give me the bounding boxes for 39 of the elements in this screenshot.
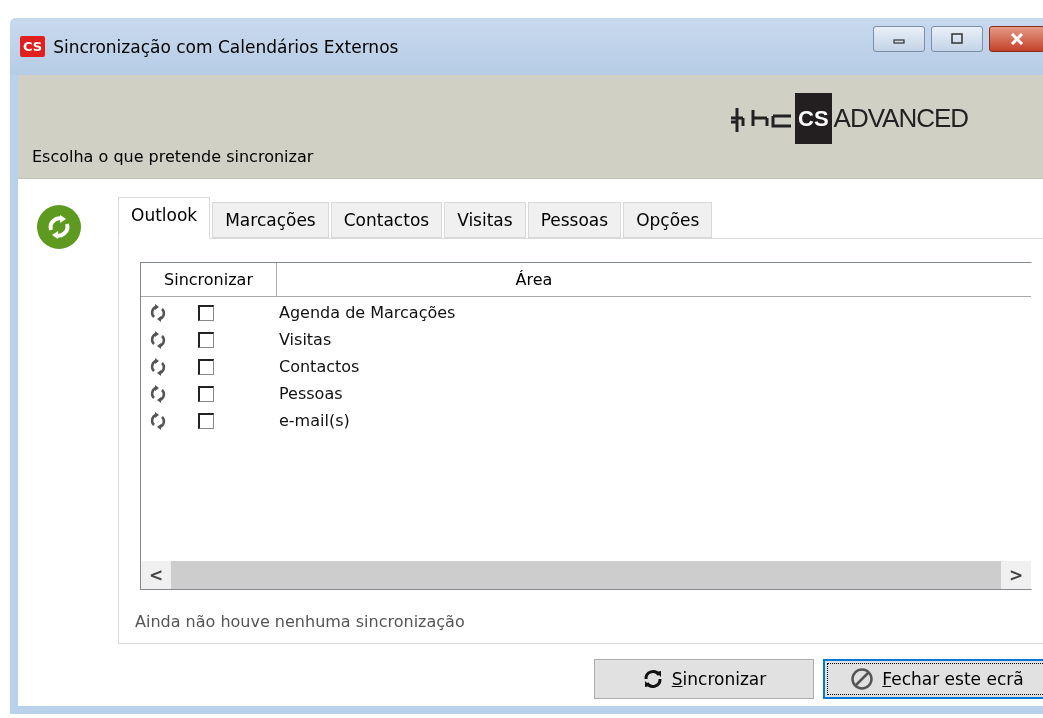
checkbox[interactable] <box>198 331 214 348</box>
tab[interactable]: Opções <box>623 202 713 238</box>
checkbox[interactable] <box>198 412 214 429</box>
instruction-text: Escolha o que pretende sincronizar <box>32 147 315 166</box>
table-cell: Pessoas <box>279 384 343 403</box>
maximize-icon <box>950 33 964 45</box>
close-button[interactable]: Fechar este ecrã <box>823 659 1043 699</box>
column-header: Área <box>514 269 554 291</box>
table-cell: Contactos <box>279 357 360 376</box>
maximize-button[interactable] <box>931 26 983 52</box>
prohibited-icon <box>850 667 875 691</box>
tab[interactable]: Visitas <box>444 202 526 238</box>
minimize-button[interactable] <box>873 26 925 52</box>
checkbox[interactable] <box>198 385 214 402</box>
checkbox[interactable] <box>198 358 214 375</box>
logo-text: ADVANCED <box>833 103 969 134</box>
refresh-icon <box>149 411 167 430</box>
window-title: Sincronização com Calendários Externos <box>53 36 400 57</box>
logo-badge: CS <box>795 93 832 144</box>
sync-button[interactable]: Sincronizar <box>594 659 814 699</box>
sync-icon <box>36 204 82 250</box>
status-text: Ainda não houve nenhuma sincronização <box>135 612 466 631</box>
table-cell: e-mail(s) <box>279 411 350 430</box>
refresh-icon <box>149 384 167 403</box>
close-button[interactable] <box>989 26 1043 52</box>
tab[interactable]: Outlook <box>118 197 211 239</box>
column-header: Sincronizar <box>141 263 277 296</box>
table-cell: Agenda de Marcações <box>279 303 456 322</box>
scrollbar-thumb[interactable] <box>171 561 1001 589</box>
tab[interactable]: Marcações <box>212 202 329 238</box>
refresh-icon <box>149 303 167 322</box>
close-icon <box>1009 33 1025 45</box>
checkbox[interactable] <box>198 304 214 321</box>
refresh-icon <box>149 357 167 376</box>
tab[interactable]: Pessoas <box>527 202 622 238</box>
app-badge: CS <box>20 36 46 57</box>
table-cell: Visitas <box>279 330 332 349</box>
refresh-icon <box>149 330 167 349</box>
tab[interactable]: Contactos <box>330 202 443 238</box>
